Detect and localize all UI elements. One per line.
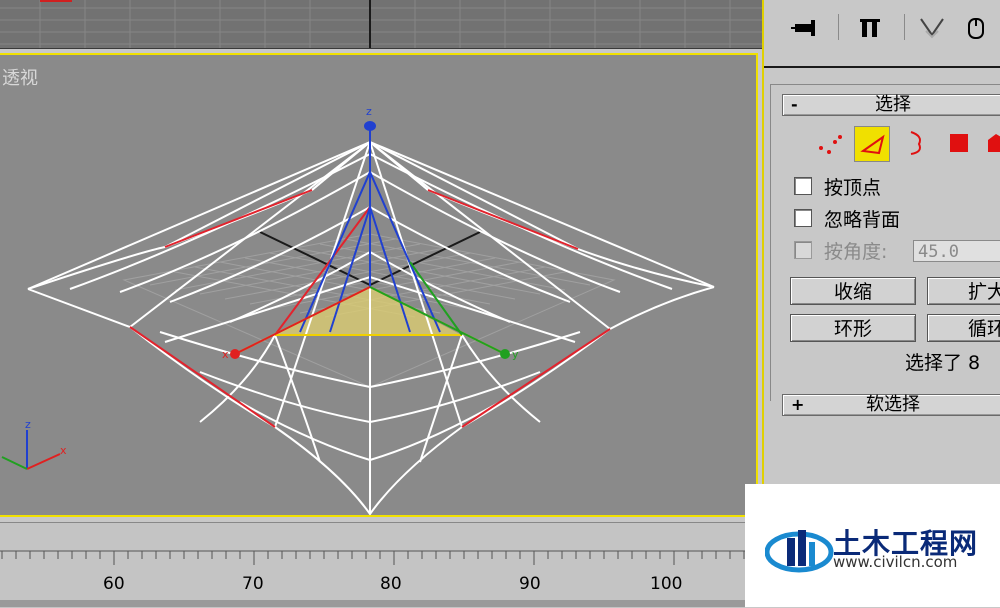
ignore-backfacing-checkbox[interactable]: [794, 209, 812, 227]
top-viewport-grid: [0, 0, 762, 48]
viewport-scene: z y x z x: [1, 105, 715, 516]
loop-button[interactable]: 循环: [927, 314, 1000, 342]
ignore-backfacing-label: 忽略背面: [824, 208, 901, 231]
pin-icon[interactable]: [788, 10, 824, 46]
element-mode-icon[interactable]: [982, 126, 1000, 160]
timeline[interactable]: [0, 522, 745, 608]
selection-rollout-title: 选择: [875, 94, 911, 115]
svg-text:z: z: [25, 418, 31, 431]
top-viewport[interactable]: [0, 0, 762, 49]
toolbar-separator: [838, 14, 839, 40]
toolbar-separator: [904, 14, 905, 40]
watermark-url: www.civilcn.com: [833, 553, 958, 571]
svg-text:y: y: [512, 348, 519, 361]
selection-rollout-header[interactable]: - 选择: [782, 94, 1000, 116]
by-angle-label: 按角度:: [824, 240, 888, 263]
svg-text:x: x: [60, 444, 67, 457]
ring-button[interactable]: 环形: [790, 314, 916, 342]
shrink-button[interactable]: 收缩: [790, 277, 916, 305]
panel-divider: [764, 66, 1000, 68]
mouse-icon[interactable]: [958, 10, 994, 46]
by-angle-checkbox[interactable]: [794, 241, 812, 259]
track-bar[interactable]: [0, 600, 745, 607]
timeline-tick-label: 80: [380, 574, 402, 594]
angle-threshold-field[interactable]: 45.0: [913, 240, 1000, 262]
timeline-tick-label: 60: [103, 574, 125, 594]
border-mode-icon[interactable]: [897, 126, 931, 160]
timeline-tick-label: 100: [650, 574, 683, 594]
modifier-stack-icon[interactable]: [852, 10, 888, 46]
by-vertex-label: 按顶点: [824, 176, 882, 199]
edge-mode-icon[interactable]: [854, 126, 890, 162]
svg-text:x: x: [222, 348, 229, 361]
soft-selection-rollout-title: 软选择: [866, 394, 920, 415]
svg-text:z: z: [366, 105, 372, 118]
soft-selection-rollout-header[interactable]: + 软选择: [782, 394, 1000, 416]
perspective-viewport[interactable]: z y x z x: [0, 53, 758, 517]
polygon-mode-icon[interactable]: [942, 126, 976, 160]
timeline-tick-label: 70: [242, 574, 264, 594]
timeline-tick-label: 90: [519, 574, 541, 594]
by-vertex-checkbox[interactable]: [794, 177, 812, 195]
grow-button[interactable]: 扩大: [927, 277, 1000, 305]
by-vertex-option[interactable]: 按顶点: [794, 174, 882, 199]
selection-status: 选择了 8: [905, 352, 981, 374]
vertex-mode-icon[interactable]: [811, 126, 845, 160]
axis-tripod-icon: z x: [1, 418, 67, 470]
viewport-label[interactable]: 透视: [2, 64, 38, 90]
vertex-weld-icon[interactable]: [914, 10, 950, 46]
by-angle-option[interactable]: 按角度:: [794, 238, 888, 263]
ignore-backfacing-option[interactable]: 忽略背面: [794, 206, 901, 231]
